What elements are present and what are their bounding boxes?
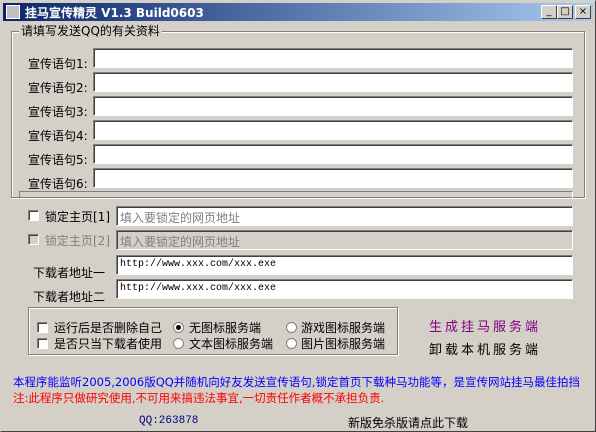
slogan-label-5: 宣传语句5: — [28, 153, 88, 167]
slogan-label-1: 宣传语句1: — [28, 57, 88, 71]
window-title: 挂马宣传精灵 V1.3 Build0603 — [25, 6, 204, 20]
download-url-1-input[interactable]: http://www.xxx.com/xxx.exe — [116, 255, 573, 275]
download-url-2-label: 下载者地址二 — [33, 290, 106, 304]
lock-homepage-1-label: 锁定主页[1] — [45, 210, 110, 224]
game-icon-server-radio[interactable] — [286, 322, 297, 333]
slogan-label-6: 宣传语句6: — [28, 177, 88, 191]
app-icon — [6, 5, 20, 19]
slogan-input-1[interactable] — [93, 48, 573, 68]
title-bar[interactable]: 挂马宣传精灵 V1.3 Build0603 _ □ × — [3, 3, 593, 21]
maximize-button[interactable]: □ — [557, 5, 573, 19]
slogan-input-5[interactable] — [93, 144, 573, 164]
download-url-2-input[interactable]: http://www.xxx.com/xxx.exe — [116, 279, 573, 299]
delete-self-checkbox[interactable] — [37, 322, 48, 333]
text-icon-server-label: 文本图标服务端 — [189, 337, 274, 351]
lock-homepage-2-checkbox[interactable] — [28, 234, 39, 245]
info-line-1: 本程序能监听2005,2006版QQ并随机向好友发送宣传语句,锁定首页下载种马功… — [13, 375, 580, 389]
no-icon-server-radio[interactable] — [173, 322, 184, 333]
lock-homepage-1-checkbox[interactable] — [28, 210, 39, 221]
info-line-2: 注:此程序只做研究使用,不可用来搞违法事宜,一切责任作者概不承担负责. — [13, 391, 385, 405]
downloader-only-label: 是否只当下载者使用 — [54, 337, 163, 351]
text-icon-server-radio[interactable] — [173, 338, 184, 349]
close-button[interactable]: × — [575, 5, 591, 19]
lock-homepage-1-input[interactable]: 填入要锁定的网页地址 — [116, 206, 573, 226]
download-url-1-label: 下载者地址一 — [33, 266, 106, 280]
uninstall-server-button[interactable]: 卸载本机服务端 — [429, 339, 541, 358]
lock-homepage-2-label: 锁定主页[2] — [45, 234, 110, 248]
slogan-input-6[interactable] — [93, 168, 573, 188]
new-version-download-link[interactable]: 新版免杀版请点此下载 — [348, 414, 468, 431]
delete-self-label: 运行后是否删除自己 — [54, 321, 163, 335]
lock-homepage-2-input[interactable]: 填入要锁定的网页地址 — [116, 230, 573, 250]
image-icon-server-radio[interactable] — [286, 338, 297, 349]
main-window: 挂马宣传精灵 V1.3 Build0603 _ □ × 请填写发送QQ的有关资料… — [0, 0, 596, 432]
qq-info-group-legend: 请填写发送QQ的有关资料 — [19, 22, 162, 39]
slogan-label-2: 宣传语句2: — [28, 81, 88, 95]
generate-server-button[interactable]: 生成挂马服务端 — [429, 316, 541, 335]
slogan-input-3[interactable] — [93, 96, 573, 116]
slogan-label-3: 宣传语句3: — [28, 105, 88, 119]
image-icon-server-label: 图片图标服务端 — [301, 337, 386, 351]
downloader-only-checkbox[interactable] — [37, 338, 48, 349]
slogan-input-4[interactable] — [93, 120, 573, 140]
qq-contact: QQ:263878 — [139, 415, 199, 427]
no-icon-server-label: 无图标服务端 — [189, 321, 262, 335]
minimize-button[interactable]: _ — [541, 5, 557, 19]
game-icon-server-label: 游戏图标服务端 — [301, 321, 386, 335]
progress-bar — [19, 191, 573, 199]
slogan-input-2[interactable] — [93, 72, 573, 92]
slogan-label-4: 宣传语句4: — [28, 129, 88, 143]
